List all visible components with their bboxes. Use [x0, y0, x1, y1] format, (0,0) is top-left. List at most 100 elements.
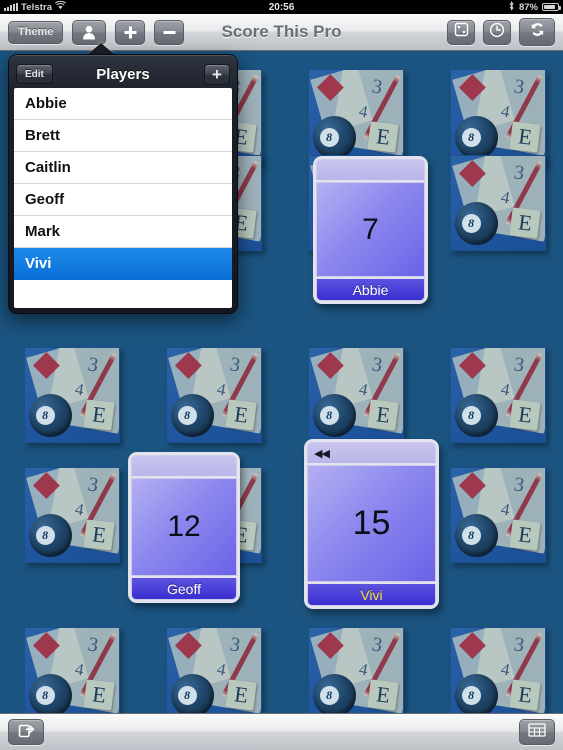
eight-ball-icon: 8 [312, 116, 356, 160]
scrabble-tile-icon: E [509, 121, 541, 153]
scrabble-tile-icon: E [83, 399, 115, 431]
card-player-name: Vivi [360, 586, 383, 603]
player-name-label: Geoff [25, 191, 65, 208]
scrabble-tile-icon: E [83, 519, 115, 551]
edit-button[interactable]: Edit [16, 64, 53, 84]
scrabble-tile-icon: E [509, 679, 541, 711]
eight-ball-icon: 8 [28, 514, 72, 558]
dice-icon [454, 22, 469, 42]
placeholder-tile[interactable]: 34E8 [308, 627, 404, 713]
placeholder-tile[interactable]: 34E8 [450, 467, 546, 563]
eight-ball-icon: 8 [454, 674, 498, 713]
plus-icon [123, 25, 138, 40]
eight-ball-icon: 8 [28, 394, 72, 438]
bottom-toolbar [0, 713, 563, 750]
popover-header: Edit Players + [14, 60, 232, 88]
plus-icon: + [212, 64, 222, 84]
player-name-label: Brett [25, 127, 61, 144]
card-footer: Geoff [131, 578, 237, 600]
theme-button-label: Theme [18, 26, 54, 38]
placeholder-tile[interactable]: 34E8 [308, 347, 404, 443]
scrabble-tile-icon: E [225, 679, 257, 711]
card-header [316, 159, 425, 180]
battery-icon [542, 3, 561, 11]
scrabble-tile-icon: E [367, 121, 399, 153]
placeholder-tile[interactable]: 34E8 [24, 347, 120, 443]
scoresheet-button[interactable] [519, 719, 555, 745]
share-button[interactable] [8, 719, 44, 745]
card-footer: Abbie [316, 279, 425, 301]
edit-button-label: Edit [25, 68, 44, 80]
player-row[interactable]: Abbie [14, 88, 232, 120]
player-row[interactable]: Caitlin [14, 152, 232, 184]
placeholder-tile[interactable]: 34E8 [166, 627, 262, 713]
players-list-empty-row [14, 280, 232, 308]
player-score: 7 [362, 212, 379, 246]
players-popover: Edit Players + Abbie Brett Caitlin Geoff Mar… [8, 54, 238, 314]
card-header [131, 455, 237, 476]
add-score-button[interactable] [115, 19, 146, 45]
player-row[interactable]: Mark [14, 216, 232, 248]
player-row[interactable]: Brett [14, 120, 232, 152]
scrabble-tile-icon: E [367, 679, 399, 711]
card-player-name: Geoff [167, 580, 201, 597]
eight-ball-icon: 8 [454, 394, 498, 438]
status-bar-right: 87% [508, 0, 561, 14]
player-score-card[interactable]: 12 Geoff [128, 452, 240, 603]
placeholder-tile[interactable]: 34E8 [24, 467, 120, 563]
player-name-label: Vivi [25, 255, 52, 272]
card-footer: Vivi [307, 584, 436, 606]
placeholder-tile[interactable]: 34E8 [166, 347, 262, 443]
placeholder-tile[interactable]: 34E8 [450, 347, 546, 443]
eight-ball-icon: 8 [454, 116, 498, 160]
refresh-sync-icon [528, 20, 547, 44]
scrabble-tile-icon: E [225, 399, 257, 431]
card-body[interactable]: 7 [316, 182, 425, 277]
status-bar: Telstra 20:56 87% [0, 0, 563, 14]
placeholder-tile[interactable]: 34E8 [450, 627, 546, 713]
placeholder-tile[interactable]: 34E8 [450, 69, 546, 165]
player-score: 12 [167, 510, 201, 543]
clock-icon [489, 22, 505, 43]
sync-button[interactable] [519, 18, 555, 46]
subtract-score-button[interactable] [154, 19, 185, 45]
player-score-card[interactable]: ◀◀ 15 Vivi [304, 439, 439, 609]
player-name-label: Abbie [25, 95, 67, 112]
player-name-label: Caitlin [25, 159, 71, 176]
card-body[interactable]: 12 [131, 478, 237, 576]
eight-ball-icon: 8 [312, 394, 356, 438]
add-player-button[interactable]: + [204, 63, 230, 85]
player-score: 15 [352, 504, 391, 542]
placeholder-tile[interactable]: 34E8 [24, 627, 120, 713]
scoresheet-grid-icon [528, 722, 546, 742]
dice-button[interactable] [447, 19, 475, 45]
card-header: ◀◀ [307, 442, 436, 463]
placeholder-tile[interactable]: 34E8 [450, 155, 546, 251]
popover-arrow [88, 43, 114, 54]
rewind-icon[interactable]: ◀◀ [314, 447, 330, 460]
eight-ball-icon: 8 [170, 394, 214, 438]
top-toolbar: Score This Pro Theme [0, 14, 563, 51]
player-row[interactable]: Vivi [14, 248, 232, 280]
placeholder-tile[interactable]: 34E8 [308, 69, 404, 165]
player-score-card[interactable]: 7 Abbie [313, 156, 428, 304]
card-body[interactable]: 15 [307, 465, 436, 582]
players-list: Abbie Brett Caitlin Geoff Mark Vivi [14, 88, 232, 308]
players-button[interactable] [72, 19, 107, 45]
eight-ball-icon: 8 [312, 674, 356, 713]
scrabble-tile-icon: E [367, 399, 399, 431]
person-icon [82, 25, 96, 40]
eight-ball-icon: 8 [454, 514, 498, 558]
theme-button[interactable]: Theme [8, 20, 64, 44]
scrabble-tile-icon: E [509, 207, 541, 239]
share-export-icon [18, 721, 35, 743]
timer-button[interactable] [483, 19, 511, 45]
player-row[interactable]: Geoff [14, 184, 232, 216]
battery-percent-label: 87% [518, 1, 538, 13]
player-name-label: Mark [25, 223, 61, 240]
toolbar-right-group [447, 18, 555, 46]
card-player-name: Abbie [352, 281, 389, 298]
scrabble-tile-icon: E [509, 399, 541, 431]
scrabble-tile-icon: E [509, 519, 541, 551]
eight-ball-icon: 8 [170, 674, 214, 713]
